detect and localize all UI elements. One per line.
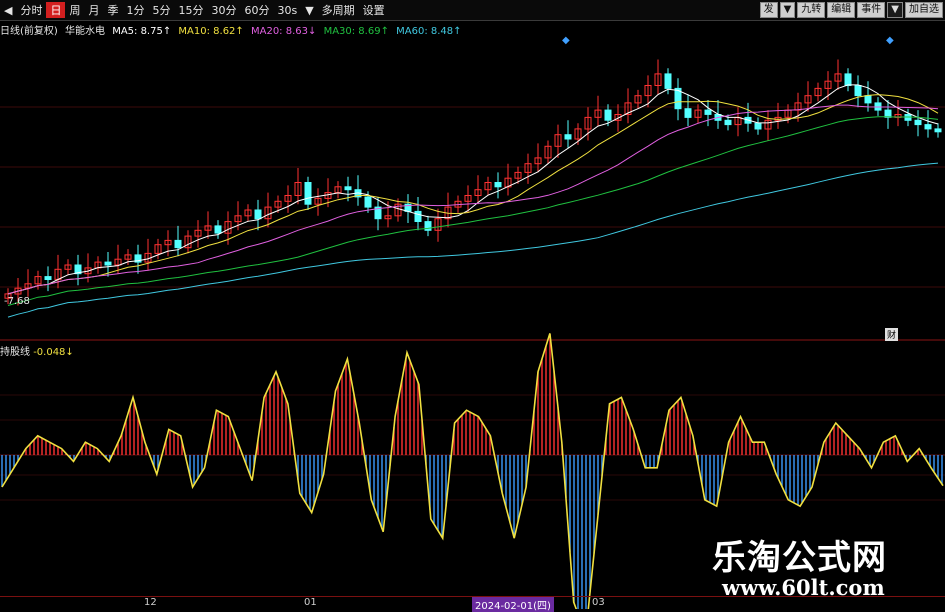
candle xyxy=(844,73,852,87)
candle xyxy=(914,119,922,126)
indicator-name: 持股线 xyxy=(0,347,30,358)
candle xyxy=(704,109,712,115)
finance-badge[interactable]: 财 xyxy=(885,328,899,341)
candle xyxy=(174,239,182,249)
candle xyxy=(604,109,612,121)
date-tick-03: 03 xyxy=(592,597,605,608)
date-tick-12: 12 xyxy=(144,597,157,608)
candle xyxy=(364,196,372,208)
candle xyxy=(664,73,672,89)
indicator-label: 持股线 -0.048↓ xyxy=(0,343,74,358)
diamond-marker: ◆ xyxy=(562,35,570,46)
candle xyxy=(864,95,872,104)
date-cursor-label: 2024-02-01(四) xyxy=(472,597,554,612)
candle xyxy=(344,186,352,191)
kline-chart[interactable]: ◆ ◆ xyxy=(0,0,945,609)
candle xyxy=(724,119,732,126)
candle xyxy=(44,276,52,281)
indicator-value: -0.048↓ xyxy=(33,347,74,358)
candle xyxy=(884,109,892,118)
candle xyxy=(934,128,942,133)
candle xyxy=(304,182,312,205)
candle xyxy=(214,225,222,234)
diamond-marker: ◆ xyxy=(886,35,894,46)
low-price-tag: -7.68 xyxy=(4,296,30,307)
date-tick-01: 01 xyxy=(304,597,317,608)
candle xyxy=(104,261,112,266)
candle xyxy=(854,85,862,97)
candle xyxy=(494,182,502,188)
candle xyxy=(684,108,692,118)
candle xyxy=(564,134,572,140)
watermark-title: 乐淘公式网 xyxy=(712,538,887,578)
candle xyxy=(254,209,262,220)
candle xyxy=(754,122,762,130)
watermark-url: www.60lt.com xyxy=(722,575,885,600)
candle xyxy=(924,124,932,130)
candle xyxy=(414,210,422,222)
